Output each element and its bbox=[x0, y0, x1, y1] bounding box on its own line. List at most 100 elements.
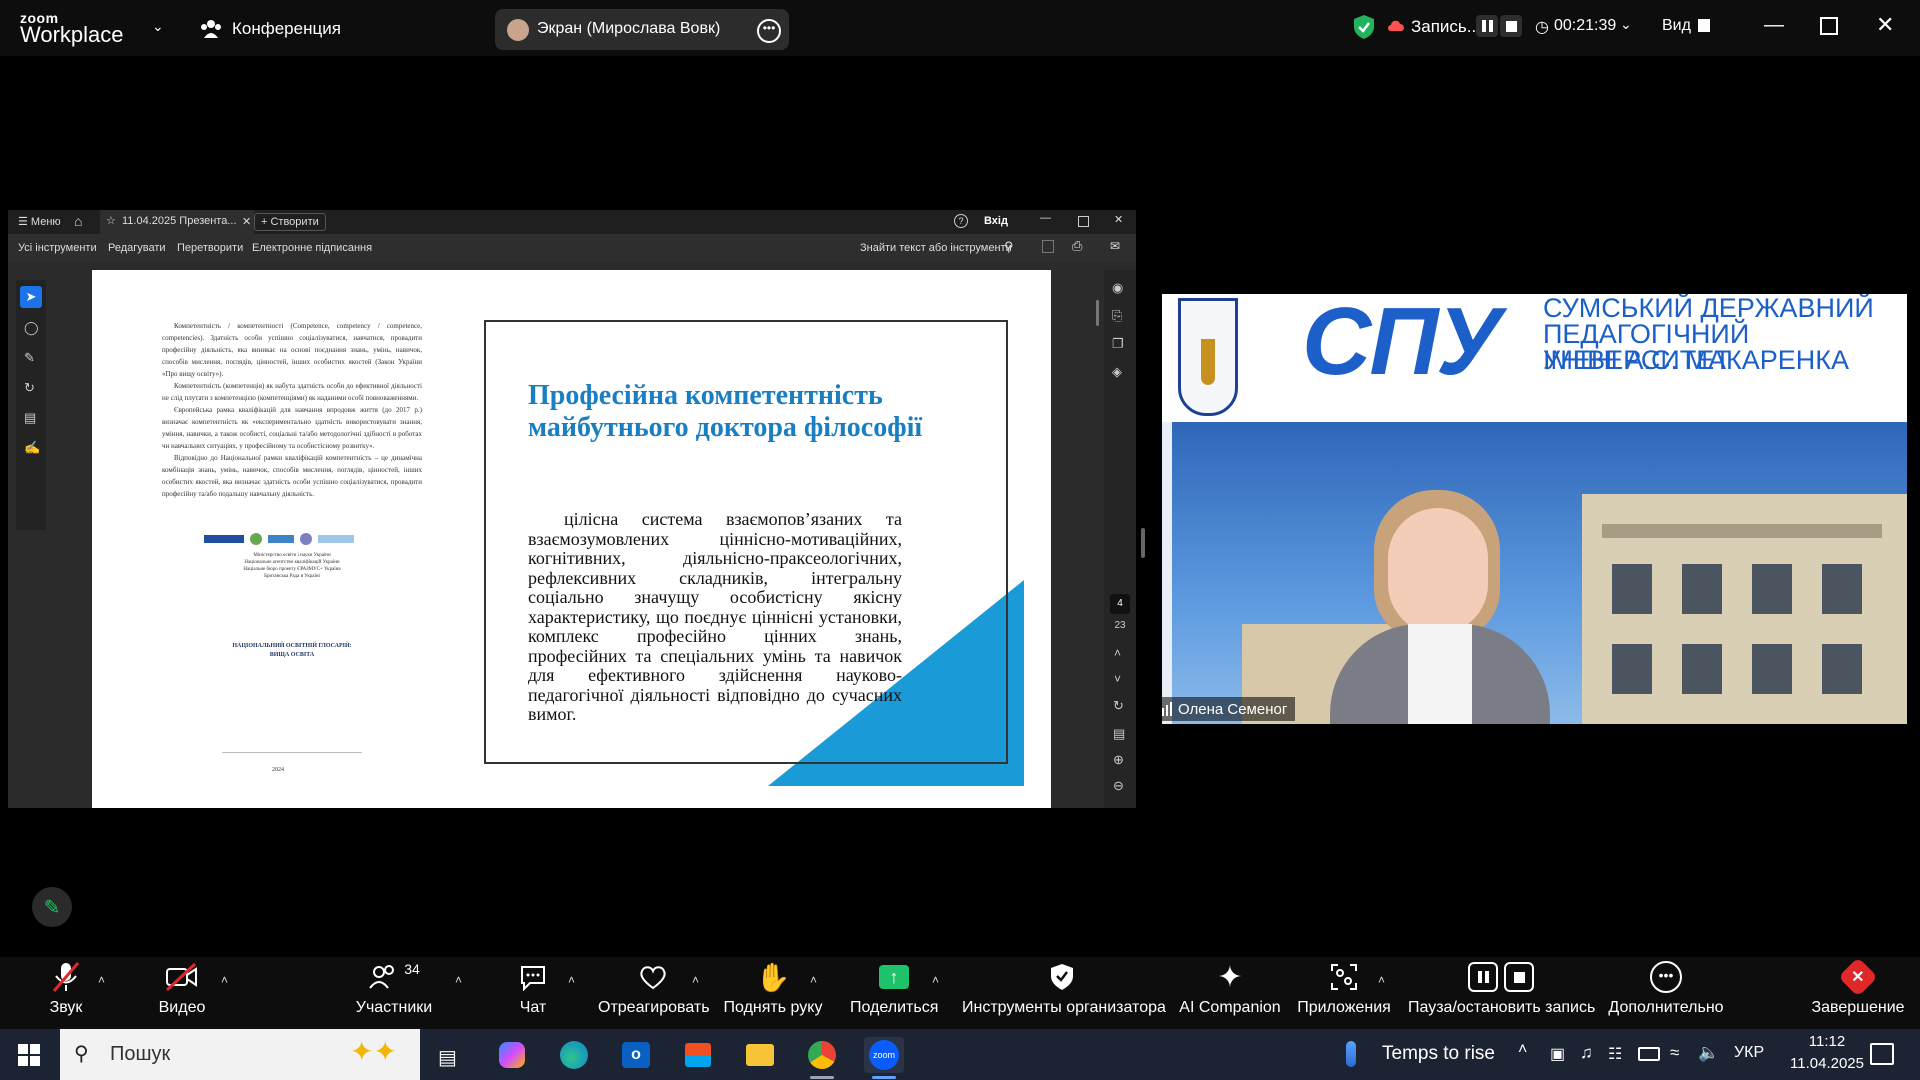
rotate-icon[interactable]: ↻ bbox=[1113, 698, 1124, 714]
zoom-app-icon[interactable]: zoom bbox=[864, 1037, 904, 1073]
annotate-button[interactable]: ✎ bbox=[32, 887, 72, 927]
view-layout-icon[interactable] bbox=[1698, 19, 1710, 32]
close-tab-icon[interactable]: ✕ bbox=[242, 215, 251, 228]
page-down-icon[interactable]: ˅ bbox=[1114, 672, 1121, 686]
chevron-up-icon[interactable]: ˄ bbox=[692, 973, 699, 987]
highlight-tool-icon[interactable]: ✎ bbox=[24, 350, 35, 366]
raise-hand-button[interactable]: ✋ Поднять руку bbox=[722, 957, 824, 1029]
windows-start-icon[interactable] bbox=[18, 1044, 40, 1066]
clock-date[interactable]: 11.04.2025 bbox=[1782, 1055, 1872, 1072]
layers-icon[interactable]: ◈ bbox=[1112, 364, 1122, 380]
clock-time[interactable]: 11:12 bbox=[1790, 1033, 1864, 1050]
zoom-in-icon[interactable]: ⊕ bbox=[1113, 752, 1124, 768]
video-button[interactable]: Видео bbox=[152, 957, 212, 1029]
sign-tool-icon[interactable]: ✍ bbox=[24, 440, 40, 456]
lasso-tool-icon[interactable]: ↻ bbox=[24, 380, 35, 396]
store-icon[interactable] bbox=[678, 1037, 718, 1073]
chevron-up-icon[interactable]: ˄ bbox=[98, 973, 105, 987]
volume-icon[interactable]: 🔈 bbox=[1698, 1043, 1719, 1063]
audio-button[interactable]: Звук bbox=[36, 957, 96, 1029]
host-tools-button[interactable]: Инструменты организатора bbox=[962, 957, 1166, 1029]
page-up-icon[interactable]: ˄ bbox=[1114, 646, 1121, 660]
weather-text[interactable]: Temps to rise bbox=[1382, 1043, 1495, 1065]
chevron-up-icon[interactable]: ˄ bbox=[1518, 1041, 1527, 1059]
menu-button[interactable]: ☰ Меню bbox=[18, 215, 61, 228]
doc-search-label[interactable]: Знайти текст або інструменти bbox=[860, 242, 1012, 254]
help-icon[interactable]: ? bbox=[954, 214, 968, 228]
copilot-icon[interactable] bbox=[492, 1037, 532, 1073]
university-line-3: ІМЕНІ А.С. МАКАРЕНКА bbox=[1543, 345, 1850, 375]
task-view-icon[interactable]: ▤ bbox=[438, 1045, 457, 1070]
apps-button[interactable]: Приложения bbox=[1296, 957, 1392, 1029]
camera-icon[interactable]: ▣ bbox=[1550, 1044, 1565, 1064]
restore-icon[interactable] bbox=[1820, 17, 1838, 35]
page-current[interactable]: 4 bbox=[1110, 594, 1130, 614]
share-button[interactable]: ↑ Поделиться bbox=[850, 957, 938, 1029]
file-explorer-icon[interactable] bbox=[740, 1037, 780, 1073]
restore-icon[interactable] bbox=[1078, 216, 1089, 227]
minimize-icon[interactable]: — bbox=[1764, 14, 1784, 37]
home-icon[interactable]: ⌂ bbox=[74, 213, 82, 229]
comment-tool-icon[interactable]: ◯ bbox=[24, 320, 39, 336]
more-button[interactable]: ••• Дополнительно bbox=[1606, 957, 1726, 1029]
close-icon[interactable]: ✕ bbox=[1876, 12, 1894, 38]
conference-info-button[interactable]: Конференция bbox=[200, 16, 430, 42]
search-icon[interactable]: ⚲ bbox=[1004, 239, 1014, 255]
ai-companion-button[interactable]: ✦ AI Companion bbox=[1178, 957, 1282, 1029]
stop-record-button[interactable] bbox=[1500, 15, 1522, 37]
pause-record-button[interactable] bbox=[1476, 15, 1498, 37]
tool-edit[interactable]: Редагувати bbox=[108, 242, 166, 254]
login-button[interactable]: Вхід bbox=[984, 215, 1008, 227]
chevron-up-icon[interactable]: ˄ bbox=[932, 973, 939, 987]
tool-all-tools[interactable]: Усі інструменти bbox=[18, 242, 97, 254]
chevron-up-icon[interactable]: ˄ bbox=[810, 973, 817, 987]
select-tool-icon[interactable]: ➤ bbox=[20, 286, 42, 308]
chrome-icon[interactable] bbox=[802, 1037, 842, 1073]
language-indicator[interactable]: УКР bbox=[1734, 1044, 1764, 1062]
taskbar-search[interactable]: ⚲ Пошук ✦✦ bbox=[60, 1029, 420, 1080]
mail-icon[interactable]: ✉ bbox=[1110, 239, 1120, 253]
splitter-handle[interactable] bbox=[1141, 528, 1145, 558]
fit-page-icon[interactable]: ▤ bbox=[1113, 726, 1125, 742]
create-button[interactable]: + Створити bbox=[254, 213, 326, 231]
end-meeting-button[interactable]: ✕ Завершение bbox=[1810, 957, 1906, 1029]
chevron-up-icon[interactable]: ˄ bbox=[568, 973, 575, 987]
screen-share-pill[interactable]: Экран (Мирослава Вовк) ••• bbox=[495, 9, 789, 50]
pause-stop-record-button[interactable]: Пауза/остановить запись bbox=[1408, 957, 1595, 1029]
save-icon[interactable] bbox=[1042, 240, 1054, 253]
print-icon[interactable]: ⎙ bbox=[1072, 238, 1082, 254]
pages-icon[interactable]: ❐ bbox=[1112, 336, 1124, 352]
participants-button[interactable]: 34 Участники bbox=[348, 957, 440, 1029]
close-icon[interactable]: ✕ bbox=[1114, 213, 1123, 226]
minimize-icon[interactable]: — bbox=[1040, 212, 1051, 224]
microphone-icon[interactable]: ♫ bbox=[1580, 1043, 1593, 1063]
tool-convert[interactable]: Перетворити bbox=[177, 242, 243, 254]
chevron-down-icon[interactable]: ⌄ bbox=[152, 18, 164, 35]
battery-icon[interactable] bbox=[1638, 1047, 1660, 1061]
chat-button[interactable]: Чат bbox=[512, 957, 554, 1029]
chevron-down-icon[interactable]: ⌄ bbox=[1620, 16, 1632, 33]
ai-assistant-icon[interactable]: ◉ bbox=[1112, 280, 1123, 296]
react-button[interactable]: Отреагировать bbox=[598, 957, 710, 1029]
network-icon[interactable]: ☷ bbox=[1608, 1044, 1622, 1064]
notifications-icon[interactable] bbox=[1870, 1043, 1894, 1065]
text-tool-icon[interactable]: ▤ bbox=[24, 410, 36, 426]
zoom-out-icon[interactable]: ⊖ bbox=[1113, 778, 1124, 794]
outlook-icon[interactable]: o bbox=[616, 1037, 656, 1073]
tool-esign[interactable]: Електронне підписання bbox=[252, 242, 372, 254]
participant-video-tile[interactable]: СПУ СУМСЬКИЙ ДЕРЖАВНИЙ ПЕДАГОГІЧНИЙ УНІВ… bbox=[1162, 294, 1907, 724]
bookmark-icon[interactable]: ⎘ bbox=[1112, 308, 1122, 324]
university-logo-text: СПУ bbox=[1302, 294, 1501, 395]
doc-tab[interactable]: ☆ 11.04.2025 Презента... ✕ bbox=[100, 210, 254, 234]
view-button[interactable]: Вид bbox=[1662, 17, 1691, 35]
chevron-up-icon[interactable]: ˄ bbox=[1378, 973, 1385, 987]
wifi-icon[interactable]: ≈ bbox=[1670, 1043, 1679, 1063]
chevron-up-icon[interactable]: ˄ bbox=[455, 973, 462, 987]
edge-icon[interactable] bbox=[554, 1037, 594, 1073]
doc-scrollbar[interactable] bbox=[1096, 300, 1099, 326]
glossary-paragraph: Європейська рамка кваліфікацій для навча… bbox=[162, 406, 422, 450]
chevron-up-icon[interactable]: ˄ bbox=[221, 973, 228, 987]
pencil-icon: ✎ bbox=[43, 896, 61, 919]
more-options-icon[interactable]: ••• bbox=[757, 19, 781, 43]
shield-check-icon[interactable] bbox=[1352, 14, 1376, 45]
